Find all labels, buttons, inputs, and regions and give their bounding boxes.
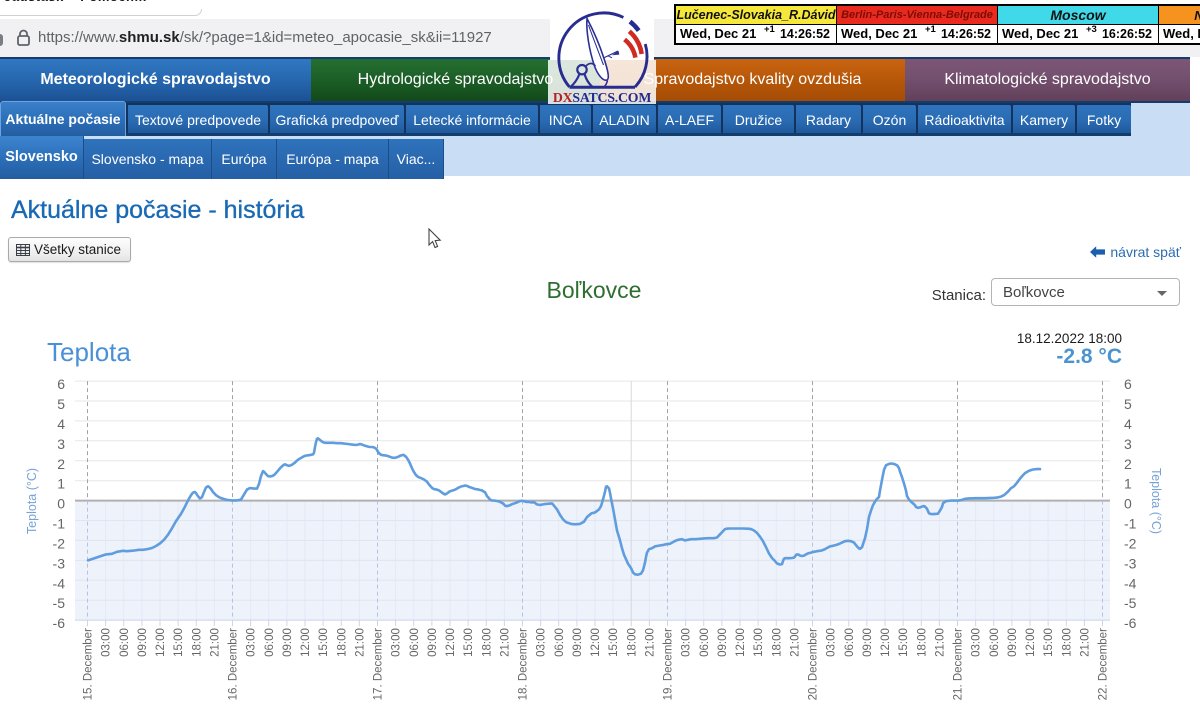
svg-text:6: 6 (57, 376, 65, 392)
svg-text:18:00: 18:00 (336, 628, 348, 657)
svg-text:4: 4 (57, 416, 65, 432)
svg-text:21. December: 21. December (953, 628, 965, 700)
svg-text:2: 2 (57, 456, 65, 472)
svg-text:18:00: 18:00 (916, 628, 928, 657)
svg-text:09:00: 09:00 (282, 628, 294, 657)
svg-text:18:00: 18:00 (481, 628, 493, 657)
svg-text:03:00: 03:00 (826, 628, 838, 657)
svg-text:18:00: 18:00 (626, 628, 638, 657)
svg-text:21:00: 21:00 (1079, 628, 1091, 657)
svg-text:18. December: 18. December (518, 628, 530, 700)
svg-text:5: 5 (1124, 396, 1132, 412)
svg-text:03:00: 03:00 (101, 628, 113, 657)
svg-text:06:00: 06:00 (554, 628, 566, 657)
svg-text:15:00: 15:00 (173, 628, 185, 657)
svg-text:18:00: 18:00 (191, 628, 203, 657)
svg-text:18:00: 18:00 (771, 628, 783, 657)
svg-text:09:00: 09:00 (717, 628, 729, 657)
svg-text:15. December: 15. December (83, 628, 95, 700)
svg-text:21:00: 21:00 (209, 628, 221, 657)
svg-text:3: 3 (57, 436, 65, 452)
svg-text:-6: -6 (1124, 615, 1137, 631)
svg-text:15:00: 15:00 (898, 628, 910, 657)
svg-text:-1: -1 (1124, 516, 1137, 532)
svg-text:-3: -3 (53, 555, 66, 571)
svg-text:-1: -1 (53, 516, 66, 532)
svg-text:20. December: 20. December (808, 628, 820, 700)
svg-text:12:00: 12:00 (735, 628, 747, 657)
svg-text:6: 6 (1124, 376, 1132, 392)
svg-text:5: 5 (57, 396, 65, 412)
svg-text:06:00: 06:00 (989, 628, 1001, 657)
svg-text:12:00: 12:00 (590, 628, 602, 657)
svg-text:03:00: 03:00 (246, 628, 258, 657)
svg-text:21:00: 21:00 (789, 628, 801, 657)
svg-text:-5: -5 (1124, 595, 1137, 611)
svg-text:15:00: 15:00 (318, 628, 330, 657)
svg-text:12:00: 12:00 (155, 628, 167, 657)
svg-text:09:00: 09:00 (572, 628, 584, 657)
svg-text:-6: -6 (53, 615, 66, 631)
svg-text:21:00: 21:00 (644, 628, 656, 657)
svg-text:06:00: 06:00 (699, 628, 711, 657)
svg-text:-4: -4 (1124, 575, 1137, 591)
svg-text:03:00: 03:00 (971, 628, 983, 657)
svg-text:1: 1 (57, 476, 65, 492)
svg-text:21:00: 21:00 (499, 628, 511, 657)
svg-text:12:00: 12:00 (300, 628, 312, 657)
svg-text:15:00: 15:00 (608, 628, 620, 657)
svg-text:0: 0 (1124, 496, 1132, 512)
svg-text:12:00: 12:00 (445, 628, 457, 657)
svg-text:Teplota (°C): Teplota (°C) (25, 468, 39, 534)
svg-text:22. December: 22. December (1098, 628, 1110, 700)
svg-text:12:00: 12:00 (1025, 628, 1037, 657)
svg-text:09:00: 09:00 (427, 628, 439, 657)
svg-text:21:00: 21:00 (354, 628, 366, 657)
svg-text:06:00: 06:00 (119, 628, 131, 657)
svg-text:Teplota (°C): Teplota (°C) (1149, 468, 1163, 534)
svg-text:21:00: 21:00 (934, 628, 946, 657)
svg-text:-5: -5 (53, 595, 66, 611)
svg-text:17. December: 17. December (373, 628, 385, 700)
svg-text:DXSATCS.COM: DXSATCS.COM (553, 90, 652, 105)
svg-text:06:00: 06:00 (409, 628, 421, 657)
svg-text:16. December: 16. December (228, 628, 240, 700)
svg-text:09:00: 09:00 (862, 628, 874, 657)
svg-text:09:00: 09:00 (1007, 628, 1019, 657)
svg-text:-2: -2 (1124, 535, 1137, 551)
svg-text:-3: -3 (1124, 555, 1137, 571)
svg-text:19. December: 19. December (663, 628, 675, 700)
svg-text:15:00: 15:00 (1043, 628, 1055, 657)
svg-text:03:00: 03:00 (681, 628, 693, 657)
svg-text:3: 3 (1124, 436, 1132, 452)
svg-text:03:00: 03:00 (536, 628, 548, 657)
svg-text:06:00: 06:00 (844, 628, 856, 657)
svg-text:18:00: 18:00 (1061, 628, 1073, 657)
svg-text:4: 4 (1124, 416, 1132, 432)
svg-text:15:00: 15:00 (753, 628, 765, 657)
svg-text:06:00: 06:00 (264, 628, 276, 657)
svg-text:-2: -2 (53, 535, 66, 551)
svg-text:03:00: 03:00 (391, 628, 403, 657)
svg-text:-4: -4 (53, 575, 66, 591)
svg-text:0: 0 (57, 496, 65, 512)
svg-text:2: 2 (1124, 456, 1132, 472)
svg-text:1: 1 (1124, 476, 1132, 492)
svg-text:15:00: 15:00 (463, 628, 475, 657)
svg-text:12:00: 12:00 (880, 628, 892, 657)
svg-text:09:00: 09:00 (137, 628, 149, 657)
